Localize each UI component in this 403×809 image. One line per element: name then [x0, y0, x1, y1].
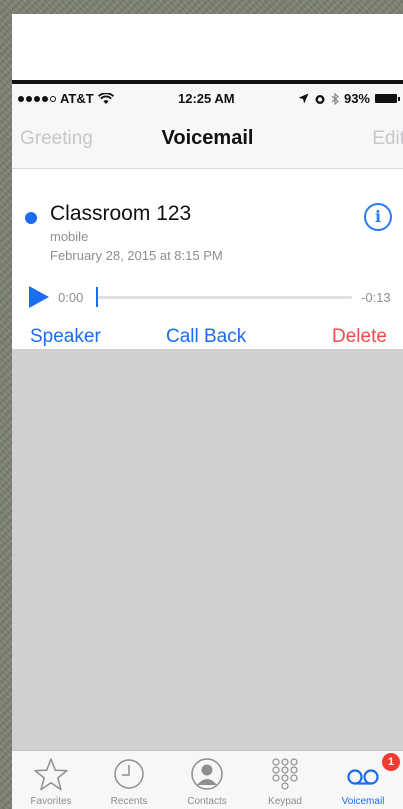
battery-percent: 93% [343, 91, 370, 106]
carrier-name: AT&T [60, 91, 94, 106]
wifi-icon [97, 92, 114, 104]
tab-bar: Favorites Recents Contacts Keypad 1 Voic… [12, 750, 403, 809]
carrier-info: AT&T [18, 91, 114, 106]
page-title: Voicemail [161, 127, 254, 149]
voicemail-date: February 28, 2015 at 8:15 PM [50, 248, 223, 263]
status-time: 12:25 AM [178, 91, 235, 106]
tab-recents-label: Recents [110, 796, 148, 807]
speaker-button[interactable]: Speaker [30, 326, 101, 348]
edit-button[interactable]: Edit [372, 128, 403, 150]
caller-phone-type: mobile [50, 229, 89, 244]
playback-track[interactable] [98, 296, 352, 299]
person-icon [191, 758, 223, 790]
tab-keypad-label: Keypad [268, 796, 302, 807]
tab-voicemail[interactable]: 1 Voicemail [324, 751, 402, 809]
delete-button[interactable]: Delete [332, 326, 387, 348]
unread-indicator [25, 212, 37, 224]
voicemail-icon [347, 769, 379, 785]
location-arrow-icon [298, 93, 309, 104]
remaining-time: -0:13 [361, 290, 391, 305]
tab-voicemail-label: Voicemail [341, 796, 385, 807]
battery-icon [375, 94, 400, 103]
status-right: 93% [298, 91, 400, 106]
bluetooth-icon [331, 92, 339, 105]
voicemail-badge: 1 [382, 753, 400, 771]
tab-contacts-label: Contacts [187, 796, 227, 807]
play-icon[interactable] [29, 286, 49, 308]
tab-favorites[interactable]: Favorites [12, 751, 90, 809]
empty-list-area [12, 349, 403, 750]
alarm-icon [315, 94, 325, 104]
star-icon [34, 758, 68, 791]
info-icon[interactable]: i [364, 203, 392, 231]
tab-favorites-label: Favorites [30, 796, 72, 807]
phone-screen: AT&T 12:25 AM 93% Greeting Voicemail Edi… [12, 14, 403, 809]
tab-recents[interactable]: Recents [90, 751, 168, 809]
playback-scrubber[interactable] [96, 287, 98, 307]
keypad-icon [272, 758, 298, 790]
elapsed-time: 0:00 [58, 290, 84, 305]
status-bar: AT&T 12:25 AM 93% [12, 84, 403, 112]
clock-icon [114, 759, 144, 789]
tab-contacts[interactable]: Contacts [168, 751, 246, 809]
navigation-bar: Greeting Voicemail Edit [12, 112, 403, 169]
tab-keypad[interactable]: Keypad [246, 751, 324, 809]
top-blank-area [12, 14, 403, 80]
call-back-button[interactable]: Call Back [166, 326, 246, 348]
caller-name: Classroom 123 [50, 202, 192, 225]
voicemail-item[interactable]: Classroom 123 mobile February 28, 2015 a… [12, 169, 403, 349]
signal-icon [18, 95, 56, 102]
